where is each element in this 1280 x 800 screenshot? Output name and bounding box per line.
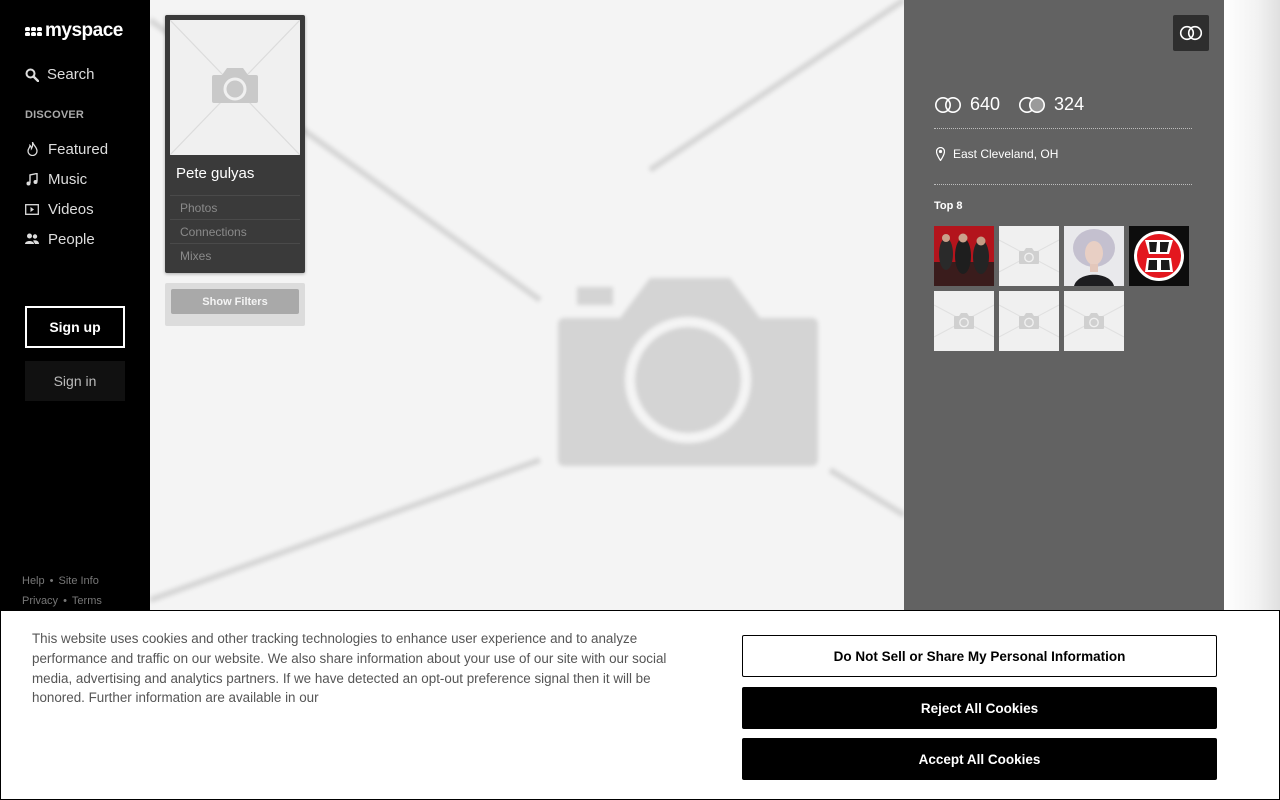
discover-nav: Featured Music Videos People	[25, 134, 108, 254]
nav-item-music[interactable]: Music	[25, 164, 108, 194]
top8-item-woman-portrait[interactable]	[1064, 226, 1124, 286]
mutual-count: 324	[1054, 94, 1085, 114]
profile-links: Photos Connections Mixes	[170, 195, 300, 267]
profile-link-connections[interactable]: Connections	[170, 219, 300, 243]
nav-item-people[interactable]: People	[25, 224, 108, 254]
myspace-people-icon	[25, 26, 42, 36]
privacy-link[interactable]: Privacy	[22, 595, 58, 607]
search-link[interactable]: Search	[25, 66, 95, 83]
sidebar-footer: Help • Site Info Privacy • Terms	[22, 571, 102, 611]
mutual-stat[interactable]: 324	[1018, 94, 1084, 115]
profile-card: Pete gulyas Photos Connections Mixes	[165, 15, 305, 273]
profile-name: Pete gulyas	[176, 165, 255, 182]
grog-shop-logo	[1129, 226, 1189, 286]
connect-icon	[1179, 25, 1203, 41]
do-not-sell-button[interactable]: Do Not Sell or Share My Personal Informa…	[742, 635, 1217, 677]
top8-item-placeholder[interactable]	[999, 291, 1059, 351]
accept-all-cookies-button[interactable]: Accept All Cookies	[742, 738, 1217, 780]
connections-stat[interactable]: 640	[934, 94, 1000, 115]
search-label: Search	[47, 66, 95, 83]
camera-icon	[999, 239, 1059, 273]
connection-stats: 640 324	[934, 94, 1084, 115]
cookie-consent-banner: This website uses cookies and other trac…	[0, 610, 1280, 800]
sign-in-button[interactable]: Sign in	[25, 361, 125, 401]
profile-photo[interactable]	[170, 20, 300, 155]
nav-item-videos[interactable]: Videos	[25, 194, 108, 224]
divider	[934, 128, 1192, 129]
flame-icon	[25, 142, 39, 156]
sign-up-button[interactable]: Sign up	[25, 306, 125, 348]
location-pin-icon	[936, 147, 945, 161]
top8-item-placeholder[interactable]	[1064, 291, 1124, 351]
cookie-notice-text: This website uses cookies and other trac…	[32, 631, 667, 706]
connect-button[interactable]	[1173, 15, 1209, 51]
profile-link-photos[interactable]: Photos	[170, 195, 300, 219]
camera-icon	[934, 304, 994, 338]
people-icon	[25, 233, 39, 245]
logo-text: myspace	[45, 20, 123, 41]
nav-label: Videos	[48, 200, 94, 218]
nav-label: People	[48, 230, 95, 248]
discover-heading: DISCOVER	[25, 109, 85, 121]
mutual-connections-icon	[1019, 96, 1046, 113]
help-link[interactable]: Help	[22, 575, 45, 587]
search-icon	[25, 68, 39, 82]
location-text: East Cleveland, OH	[953, 147, 1059, 161]
separator: •	[63, 595, 67, 607]
top8-item-placeholder[interactable]	[999, 226, 1059, 286]
music-note-icon	[25, 172, 39, 186]
divider	[934, 184, 1192, 185]
top8-grid	[934, 226, 1194, 351]
separator: •	[49, 575, 54, 587]
site-info-link[interactable]: Site Info	[58, 575, 98, 587]
band-photo	[934, 226, 994, 286]
filters-box: Show Filters	[165, 283, 305, 326]
connections-icon	[935, 96, 961, 113]
nav-label: Featured	[48, 140, 109, 158]
nav-item-featured[interactable]: Featured	[25, 134, 108, 164]
video-icon	[25, 203, 39, 215]
location: East Cleveland, OH	[936, 147, 1058, 161]
terms-link[interactable]: Terms	[72, 595, 102, 607]
top8-item-grog-shop[interactable]	[1129, 226, 1189, 286]
profile-link-mixes[interactable]: Mixes	[170, 243, 300, 267]
reject-all-cookies-button[interactable]: Reject All Cookies	[742, 687, 1217, 729]
camera-icon	[1064, 304, 1124, 338]
nav-label: Music	[48, 170, 88, 188]
top8-item-placeholder[interactable]	[934, 291, 994, 351]
top8-heading: Top 8	[934, 200, 963, 212]
connections-count: 640	[970, 94, 1001, 114]
camera-icon	[999, 304, 1059, 338]
top8-item-band-photo[interactable]	[934, 226, 994, 286]
camera-icon	[170, 20, 300, 155]
portrait	[1064, 226, 1124, 286]
show-filters-button[interactable]: Show Filters	[171, 289, 299, 314]
myspace-logo[interactable]: myspace	[25, 20, 123, 42]
